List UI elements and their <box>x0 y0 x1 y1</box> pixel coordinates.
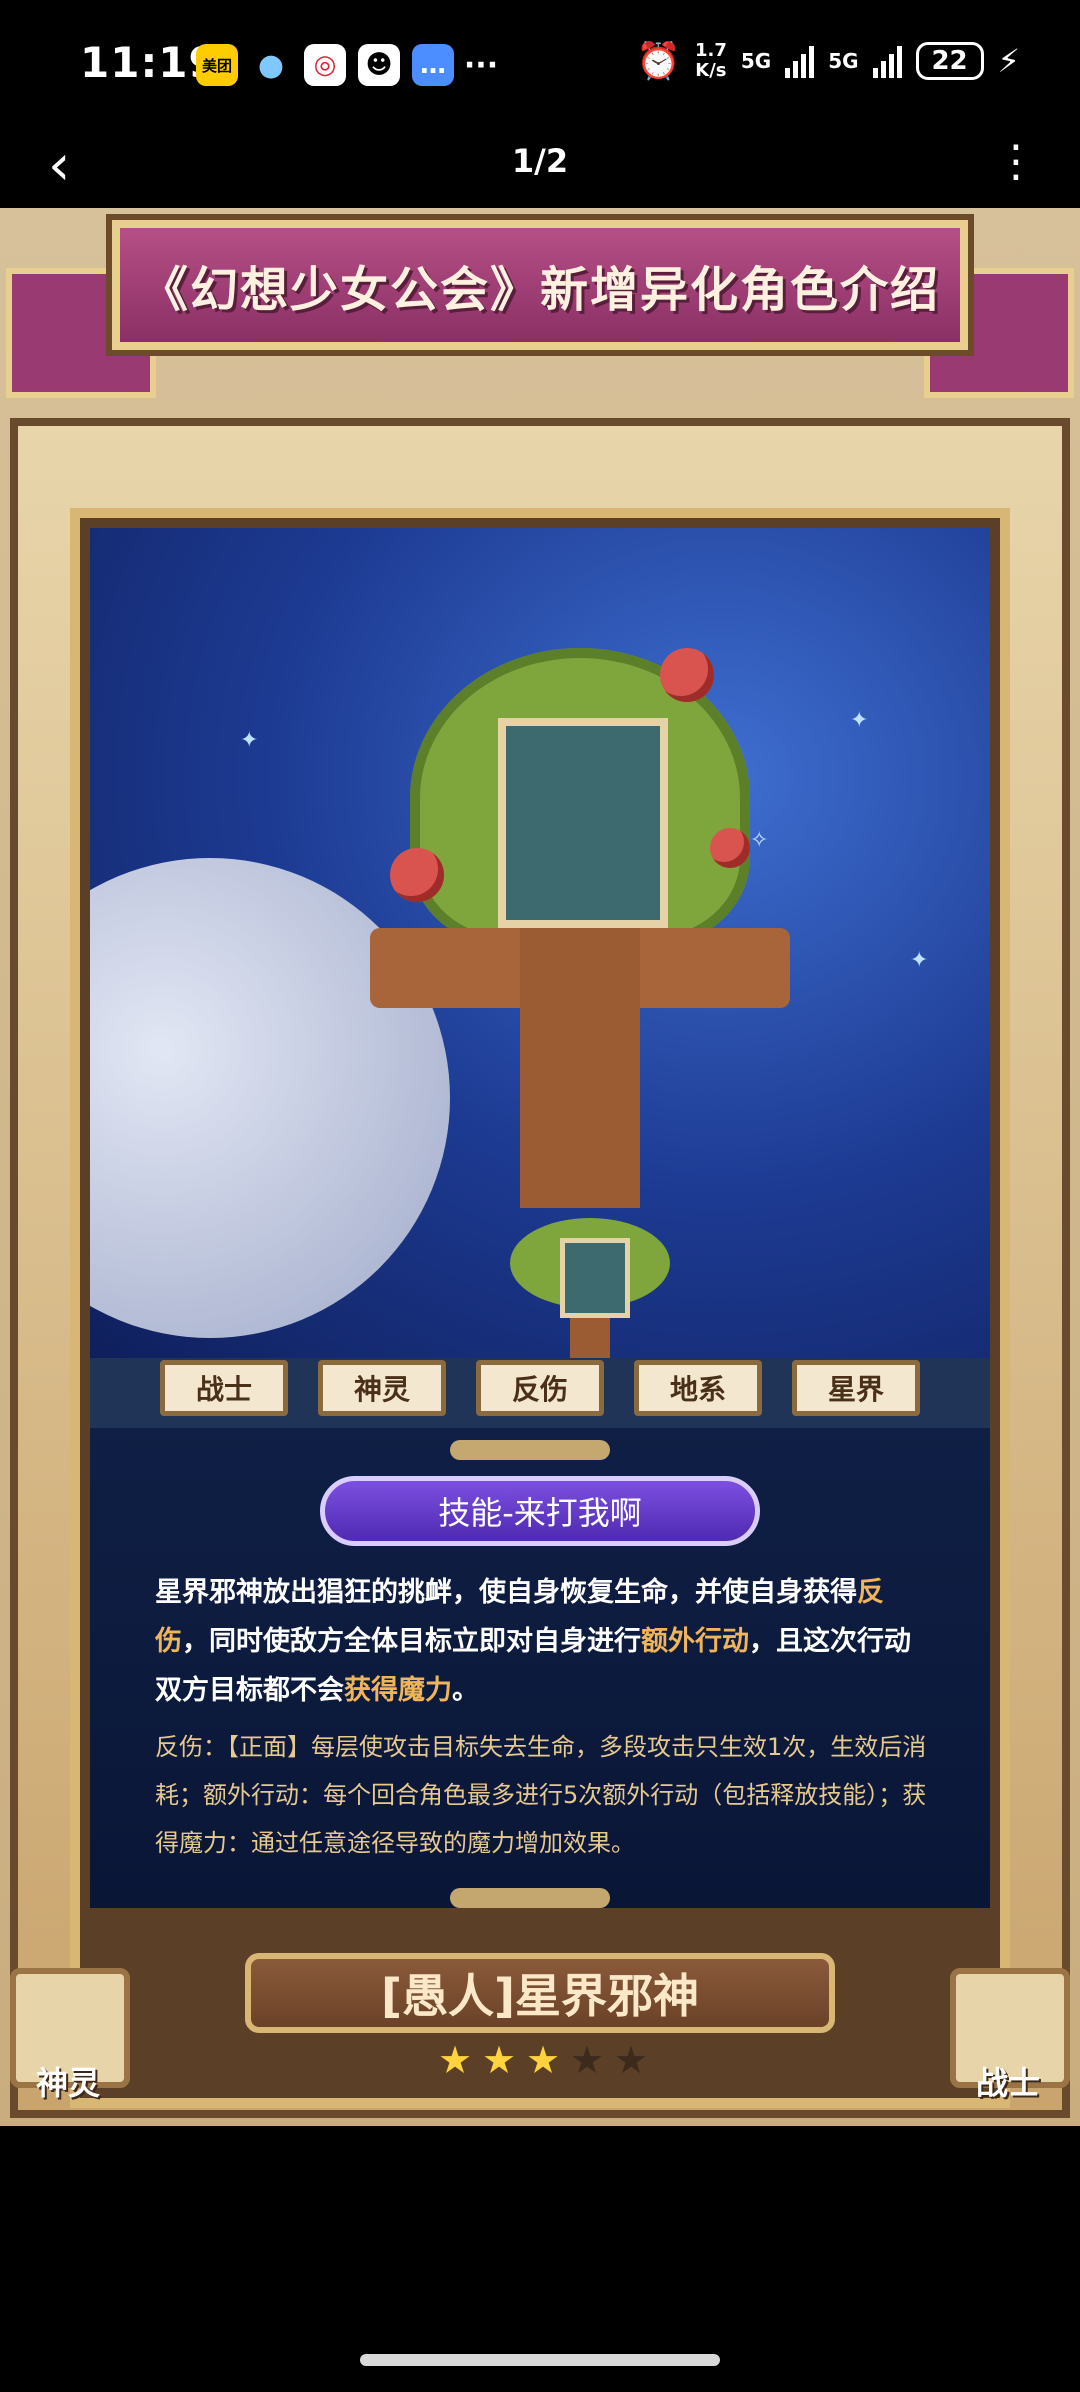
character-artwork: ✦ ✦ ✦ ✧ <box>90 528 990 1358</box>
charging-icon: ⚡ <box>997 42 1020 80</box>
keyword-notes: 反伤：【正面】每层使攻击目标失去生命，多段攻击只生效1次，生效后消耗；额外行动：… <box>155 1733 927 1857</box>
sparkle-icon: ✦ <box>240 728 259 753</box>
signal-icon <box>872 44 902 78</box>
character-portrait <box>498 718 668 928</box>
tree-idol-illustration <box>370 648 790 1208</box>
star-empty-icon: ★ <box>613 2038 649 2082</box>
qq-penguin-icon: ☻ <box>358 44 400 86</box>
star-rating: ★ ★ ★ ★ ★ <box>435 2040 651 2080</box>
status-bar: 11:19 美团 ● ◎ ☻ … ··· ⏰ 1.7 K/s 5G 5G 22 … <box>0 0 1080 130</box>
star-filled-icon: ★ <box>481 2038 517 2082</box>
battery-icon: 22 <box>915 42 984 80</box>
ornament <box>660 648 714 702</box>
character-poster-image[interactable]: 《幻想少女公会》新增异化角色介绍 ✦ ✦ ✦ ✧ 战士 神灵 反伤 地系 星界 … <box>0 208 1080 2126</box>
network-type-1: 5G <box>740 49 772 73</box>
ornament-divider <box>450 1440 610 1460</box>
skill-description: 星界邪神放出猖狂的挑衅，使自身恢复生命，并使自身获得反伤，同时使敌方全体目标立即… <box>155 1577 911 1706</box>
right-class-label: 战士 <box>975 2064 1040 2102</box>
image-viewer-header: ‹ 1/2 ⋮ <box>0 130 1080 208</box>
ornament <box>390 848 444 902</box>
star-filled-icon: ★ <box>525 2038 561 2082</box>
meituan-icon: 美团 <box>196 44 238 86</box>
character-name-plate: [愚人]星界邪神 <box>245 1953 835 2033</box>
sparkle-icon: ✦ <box>850 708 869 733</box>
page-indicator: 1/2 <box>511 142 569 180</box>
tag: 战士 <box>160 1360 288 1416</box>
alarm-icon: ⏰ <box>636 41 681 82</box>
ornament <box>710 828 750 868</box>
more-options-icon[interactable]: ⋮ <box>994 138 1038 186</box>
signal-icon <box>785 44 815 78</box>
home-indicator[interactable] <box>360 2354 720 2366</box>
notification-icons: 美团 ● ◎ ☻ … ··· <box>196 44 499 86</box>
tag: 地系 <box>634 1360 762 1416</box>
system-indicators: ⏰ 1.7 K/s 5G 5G 22 ⚡ <box>636 40 1020 83</box>
net-speed: 1.7 K/s <box>694 40 727 81</box>
poster-title-banner: 《幻想少女公会》新增异化角色介绍 <box>112 220 968 350</box>
tag: 星界 <box>792 1360 920 1416</box>
poster-title: 《幻想少女公会》新增异化角色介绍 <box>139 262 940 318</box>
trait-tags: 战士 神灵 反伤 地系 星界 <box>160 1360 920 1416</box>
sparkle-icon: ✦ <box>910 948 929 973</box>
china-mobile-icon: ◎ <box>304 44 346 86</box>
tag: 神灵 <box>318 1360 446 1416</box>
mini-tree-illustration <box>500 1218 680 1358</box>
star-filled-icon: ★ <box>437 2038 473 2082</box>
message-icon: … <box>412 44 454 86</box>
network-type-2: 5G <box>828 49 859 73</box>
ornament-divider <box>450 1888 610 1908</box>
star-empty-icon: ★ <box>569 2038 605 2082</box>
skill-title: 技能-来打我啊 <box>320 1476 760 1546</box>
more-notifications-icon: ··· <box>463 47 499 83</box>
chat-bubble-icon: ● <box>250 44 292 86</box>
left-class-label: 神灵 <box>36 2064 101 2102</box>
tag: 反伤 <box>476 1360 604 1416</box>
